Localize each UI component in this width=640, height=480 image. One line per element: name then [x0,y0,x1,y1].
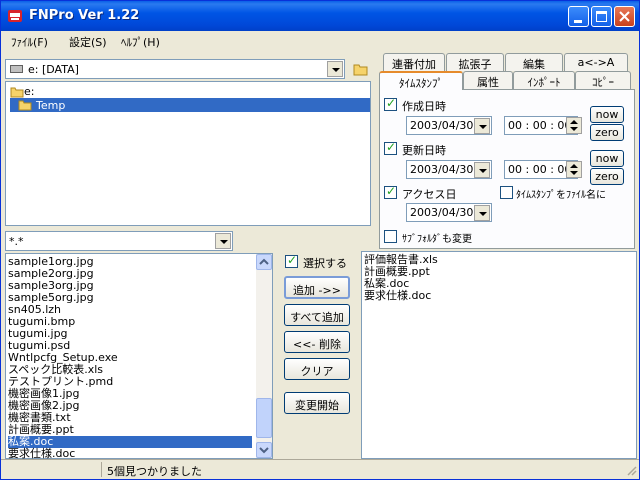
filter-select-value: *.* [9,235,24,248]
modified-date-field[interactable]: 2003/04/30 [406,160,492,179]
drive-dropdown-button[interactable] [327,61,343,77]
select-checkbox-label: 選択する [303,257,347,270]
created-date-field[interactable]: 2003/04/30 [406,116,492,135]
target-list[interactable]: 評価報告書.xls 計画概要.ppt 私案.doc 要求仕様.doc [361,251,637,459]
created-now-button[interactable]: now [590,106,624,123]
modified-time-value: 00 : 00 : 00 [508,163,572,176]
minimize-button[interactable] [568,6,589,27]
menu-settings[interactable]: 設定(S) [69,34,107,50]
created-label: 作成日時 [402,100,446,113]
chevron-up-icon [259,258,269,265]
add-button[interactable]: 追加 ->> [284,276,350,299]
status-divider [101,462,102,477]
maximize-icon [596,11,607,22]
add-all-button[interactable]: すべて追加 [284,304,350,326]
scroll-thumb[interactable] [256,398,272,438]
timestamp-tab-page: 作成日時 2003/04/30 00 : 00 : 00 now zero 更新… [379,89,635,249]
minimize-icon [574,20,582,23]
created-date-dropdown[interactable] [474,118,490,134]
tab-serial[interactable]: 連番付加 [383,53,445,71]
stamp-to-name-label: ﾀｲﾑｽﾀﾝﾌﾟをﾌｧｲﾙ名に [516,190,606,201]
access-date-dropdown[interactable] [474,205,490,221]
subfolder-checkbox[interactable] [384,230,397,243]
tab-copy[interactable]: ｺﾋﾟｰ [575,71,631,89]
created-time-spinner[interactable] [566,117,582,134]
modified-zero-button[interactable]: zero [590,168,624,185]
drive-select-value: e: [DATA] [28,63,79,76]
access-date-field[interactable]: 2003/04/30 [406,203,492,222]
filter-select[interactable]: *.* [5,231,233,251]
folder-tree[interactable]: e:¥ Temp [5,81,371,226]
title-bar[interactable]: FNPro Ver 1.22 [1,1,639,31]
subfolder-label: ｻﾌﾞﾌｫﾙﾀﾞも変更 [402,234,472,245]
scroll-up-button[interactable] [256,254,272,270]
drive-select[interactable]: e: [DATA] [5,59,345,79]
access-date-value: 2003/04/30 [410,206,474,219]
app-icon [8,10,22,22]
modified-label: 更新日時 [402,144,446,157]
main-window: FNPro Ver 1.22 ﾌｧｲﾙ(F) 設定(S) ﾍﾙﾌﾟ(H) e: … [0,0,640,480]
close-button[interactable] [614,6,635,27]
tree-item-label: Temp [36,99,66,112]
tab-case[interactable]: a<->A [564,53,628,71]
chevron-down-icon [259,447,269,454]
close-icon [619,11,630,22]
created-checkbox[interactable] [384,96,397,111]
remove-button[interactable]: <<- 削除 [284,331,350,353]
window-title: FNPro Ver 1.22 [29,8,140,23]
tree-item-temp[interactable]: Temp [10,98,370,112]
created-date-value: 2003/04/30 [410,119,474,132]
created-time-value: 00 : 00 : 00 [508,119,572,132]
file-list-scrollbar[interactable] [256,254,272,458]
access-checkbox[interactable] [384,184,397,199]
modified-date-value: 2003/04/30 [410,163,474,176]
target-list-item[interactable]: 要求仕様.doc [364,290,431,302]
clear-button[interactable]: クリア [284,358,350,380]
menu-file[interactable]: ﾌｧｲﾙ(F) [11,34,48,50]
drive-icon [10,65,23,73]
modified-now-button[interactable]: now [590,150,624,167]
file-list[interactable]: sample1org.jpg sample2org.jpg sample3org.j… [5,253,273,460]
resize-grip-icon[interactable] [625,464,637,476]
tab-attribute[interactable]: 属性 [463,71,513,89]
menu-bar: ﾌｧｲﾙ(F) 設定(S) ﾍﾙﾌﾟ(H) [1,31,639,51]
tab-import[interactable]: ｲﾝﾎﾟｰﾄ [513,71,575,89]
start-button[interactable]: 変更開始 [284,392,350,414]
options-tabs: 連番付加 拡張子 編集 a<->A ﾀｲﾑｽﾀﾝﾌﾟ 属性 ｲﾝﾎﾟｰﾄ ｺﾋﾟ… [379,53,635,249]
tab-timestamp[interactable]: ﾀｲﾑｽﾀﾝﾌﾟ [379,71,463,90]
menu-help[interactable]: ﾍﾙﾌﾟ(H) [121,34,160,50]
folder-open-icon [10,87,24,98]
folder-open-icon[interactable] [353,62,369,76]
select-checkbox[interactable] [285,253,298,268]
folder-open-icon [18,100,32,111]
modified-time-spinner[interactable] [566,161,582,178]
status-bar: 5個見つかりました [1,459,639,479]
modified-checkbox[interactable] [384,140,397,155]
scroll-down-button[interactable] [256,442,272,458]
tab-edit[interactable]: 編集 [505,53,563,71]
maximize-button[interactable] [591,6,612,27]
stamp-to-name-checkbox[interactable] [500,186,513,199]
status-message: 5個見つかりました [107,465,202,478]
created-zero-button[interactable]: zero [590,124,624,141]
tab-extension[interactable]: 拡張子 [446,53,504,71]
access-label: アクセス日 [402,188,457,201]
filter-dropdown-button[interactable] [215,233,231,249]
modified-date-dropdown[interactable] [474,162,490,178]
